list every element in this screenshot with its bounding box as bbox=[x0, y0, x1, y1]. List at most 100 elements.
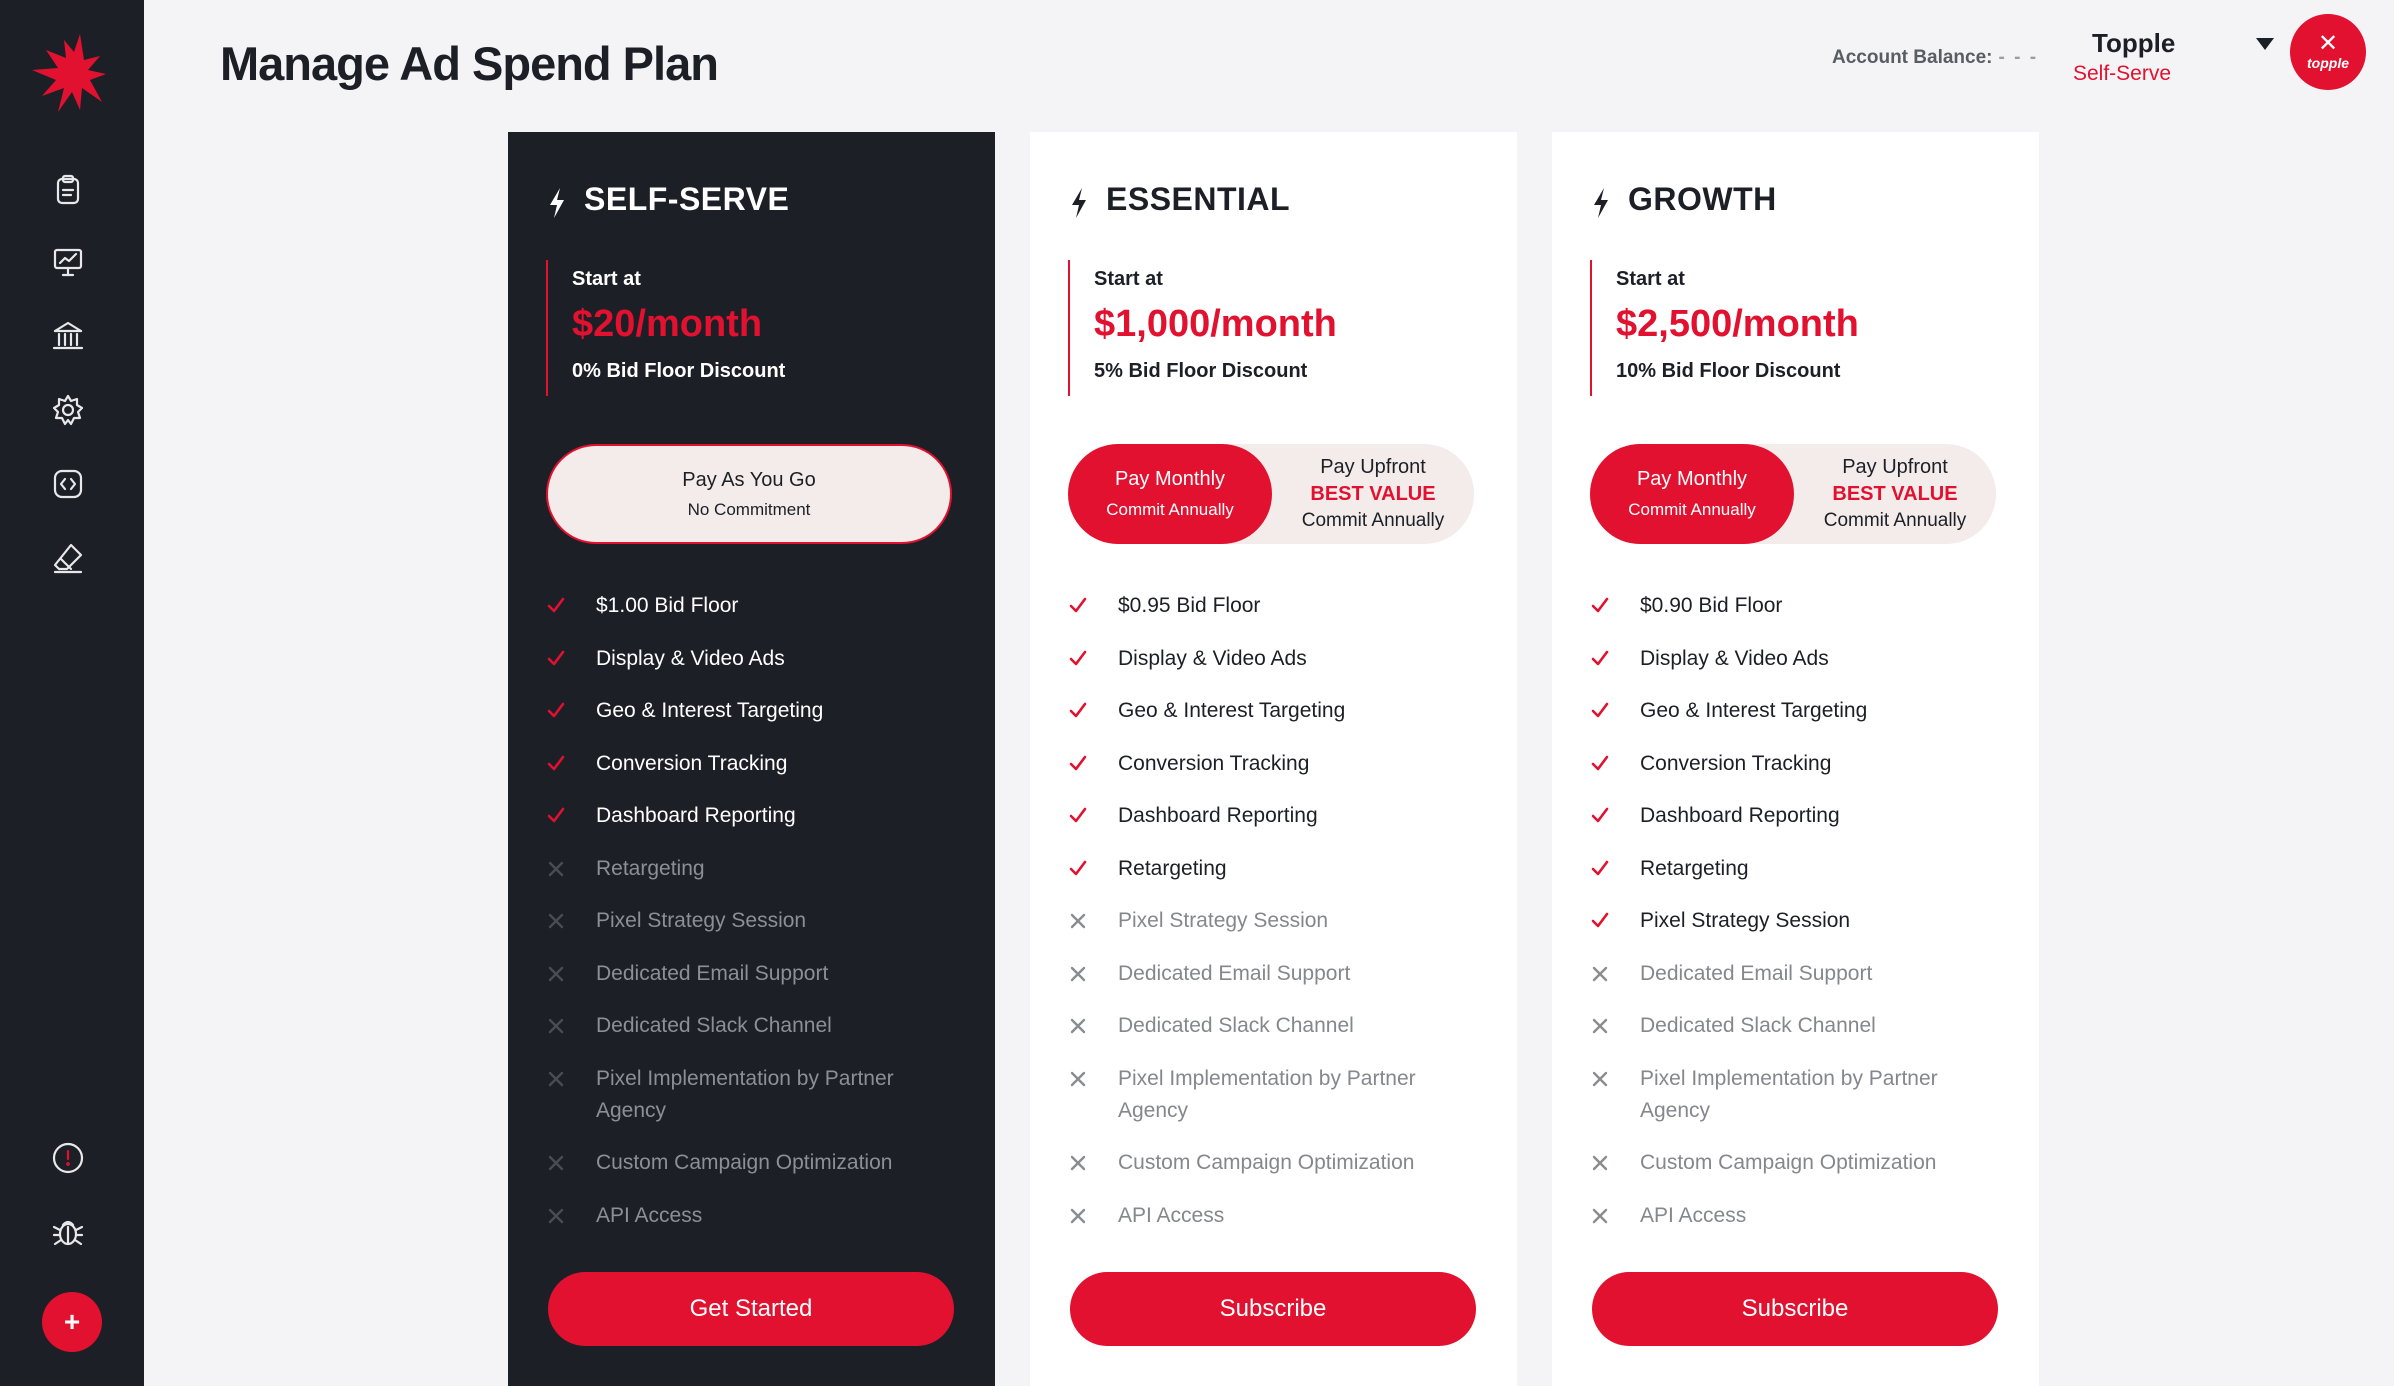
plan-name: ESSENTIAL bbox=[1106, 180, 1291, 217]
feature-label: Custom Campaign Optimization bbox=[1118, 1151, 1415, 1174]
account-plan: Self-Serve bbox=[2073, 62, 2172, 85]
plan-name: GROWTH bbox=[1628, 180, 1777, 217]
x-icon bbox=[544, 1147, 568, 1179]
pay-upfront-option[interactable]: Pay Upfront BEST VALUE Commit Annually bbox=[1794, 444, 1996, 544]
pay-monthly-option[interactable]: Pay Monthly Commit Annually bbox=[1590, 444, 1794, 544]
feature-item: Display & Video Ads bbox=[544, 643, 964, 675]
feature-item: Pixel Strategy Session bbox=[1066, 905, 1486, 937]
balance-value: - - - bbox=[1998, 47, 2039, 68]
option-title: Pay Upfront bbox=[1320, 456, 1426, 478]
feature-label: Pixel Implementation by Partner Agency bbox=[596, 1066, 894, 1122]
option-title: Pay Monthly bbox=[1636, 468, 1748, 490]
feature-label: Conversion Tracking bbox=[596, 751, 788, 775]
feature-label: Display & Video Ads bbox=[596, 646, 785, 670]
avatar-text: topple bbox=[2307, 55, 2349, 71]
feature-item: Pixel Implementation by Partner Agency bbox=[1588, 1063, 2008, 1127]
x-icon bbox=[1066, 1010, 1090, 1042]
hawk-logo-icon[interactable] bbox=[28, 30, 108, 116]
clipboard-icon[interactable] bbox=[48, 170, 88, 210]
feature-label: Retargeting bbox=[1118, 856, 1227, 880]
feature-label: $0.95 Bid Floor bbox=[1118, 594, 1261, 617]
chevron-down-icon[interactable] bbox=[2256, 38, 2274, 50]
plan-title: SELF-SERVE bbox=[546, 178, 789, 220]
feature-list: $1.00 Bid Floor Display & Video Ads Geo & … bbox=[544, 590, 964, 1252]
bank-icon[interactable] bbox=[48, 316, 88, 356]
feature-label: Dashboard Reporting bbox=[1640, 804, 1840, 827]
billing-toggle: Pay Monthly Commit Annually Pay Upfront … bbox=[1590, 444, 1996, 544]
feature-item: Conversion Tracking bbox=[1066, 748, 1486, 780]
x-icon bbox=[544, 1010, 568, 1042]
feature-label: Conversion Tracking bbox=[1118, 751, 1310, 775]
check-icon bbox=[1588, 748, 1612, 780]
feature-label: Dedicated Email Support bbox=[1640, 961, 1873, 985]
feature-label: Pixel Strategy Session bbox=[1118, 909, 1329, 932]
lightning-icon bbox=[550, 188, 564, 218]
check-icon bbox=[1066, 695, 1090, 727]
price-block: Start at $20/month 0% Bid Floor Discount bbox=[546, 260, 785, 396]
balance-label: Account Balance: bbox=[1832, 47, 1993, 68]
price-block: Start at $1,000/month 5% Bid Floor Disco… bbox=[1068, 260, 1337, 396]
check-icon bbox=[1066, 590, 1090, 622]
subscribe-button-growth[interactable]: Subscribe bbox=[1592, 1272, 1998, 1346]
plan-title: GROWTH bbox=[1590, 178, 1777, 220]
payment-option-pay-as-you-go[interactable]: Pay As You Go No Commitment bbox=[546, 444, 952, 544]
presentation-chart-icon[interactable] bbox=[48, 242, 88, 282]
feature-label: Geo & Interest Targeting bbox=[1640, 699, 1868, 722]
x-icon bbox=[1066, 905, 1090, 937]
avatar[interactable]: ✕ topple bbox=[2290, 14, 2366, 90]
feature-label: Pixel Strategy Session bbox=[596, 909, 807, 932]
account-name[interactable]: Topple bbox=[2092, 28, 2175, 59]
best-value-badge: BEST VALUE bbox=[1832, 483, 1958, 505]
bid-floor-discount: 5% Bid Floor Discount bbox=[1094, 360, 1308, 382]
option-subtitle: Commit Annually bbox=[1301, 510, 1445, 531]
option-subtitle: Commit Annually bbox=[1106, 500, 1234, 519]
feature-item: Display & Video Ads bbox=[1066, 643, 1486, 675]
feature-item: API Access bbox=[1588, 1200, 2008, 1232]
payment-option-subtitle: No Commitment bbox=[687, 499, 811, 519]
check-icon bbox=[1588, 590, 1612, 622]
x-icon bbox=[1588, 1063, 1612, 1095]
bug-icon[interactable] bbox=[48, 1212, 88, 1252]
code-icon[interactable] bbox=[48, 464, 88, 504]
x-icon bbox=[1066, 1200, 1090, 1232]
feature-label: Dedicated Slack Channel bbox=[596, 1014, 832, 1037]
x-icon bbox=[1066, 1063, 1090, 1095]
pay-monthly-option[interactable]: Pay Monthly Commit Annually bbox=[1068, 444, 1272, 544]
feature-label: Geo & Interest Targeting bbox=[596, 699, 824, 722]
feature-item: Pixel Strategy Session bbox=[1588, 905, 2008, 937]
pay-upfront-option[interactable]: Pay Upfront BEST VALUE Commit Annually bbox=[1272, 444, 1474, 544]
get-started-button[interactable]: Get Started bbox=[548, 1272, 954, 1346]
add-button[interactable]: + bbox=[42, 1292, 102, 1352]
check-icon bbox=[1588, 800, 1612, 832]
alert-icon[interactable] bbox=[48, 1138, 88, 1178]
feature-item: Dedicated Slack Channel bbox=[1588, 1010, 2008, 1042]
feature-item: Pixel Implementation by Partner Agency bbox=[544, 1063, 964, 1127]
lightning-icon bbox=[1594, 188, 1608, 218]
feature-label: Display & Video Ads bbox=[1640, 646, 1829, 670]
x-icon bbox=[544, 853, 568, 885]
feature-item: Geo & Interest Targeting bbox=[1588, 695, 2008, 727]
feature-item: $0.90 Bid Floor bbox=[1588, 590, 2008, 622]
billing-toggle: Pay Monthly Commit Annually Pay Upfront … bbox=[1068, 444, 1474, 544]
option-subtitle: Commit Annually bbox=[1823, 510, 1967, 531]
feature-item: Retargeting bbox=[1066, 853, 1486, 885]
feature-label: Pixel Implementation by Partner Agency bbox=[1118, 1066, 1416, 1122]
feature-label: Pixel Implementation by Partner Agency bbox=[1640, 1066, 1938, 1122]
hawk-mark-icon: ✕ bbox=[2317, 30, 2339, 57]
plan-price: $1,000/month bbox=[1094, 303, 1337, 345]
feature-label: API Access bbox=[1118, 1203, 1225, 1227]
plan-card-essential: ESSENTIAL Start at $1,000/month 5% Bid F… bbox=[1030, 132, 1517, 1386]
subscribe-button-essential[interactable]: Subscribe bbox=[1070, 1272, 1476, 1346]
feature-label: API Access bbox=[1640, 1203, 1747, 1227]
feature-item: Conversion Tracking bbox=[1588, 748, 2008, 780]
x-icon bbox=[544, 1063, 568, 1095]
start-label: Start at bbox=[1094, 268, 1163, 290]
settings-gear-icon[interactable] bbox=[48, 390, 88, 430]
feature-item: API Access bbox=[1066, 1200, 1486, 1232]
plan-price: $2,500/month bbox=[1616, 303, 1859, 345]
feature-label: Geo & Interest Targeting bbox=[1118, 699, 1346, 722]
feature-item: $1.00 Bid Floor bbox=[544, 590, 964, 622]
feature-item: $0.95 Bid Floor bbox=[1066, 590, 1486, 622]
eraser-icon[interactable] bbox=[48, 538, 88, 578]
feature-item: API Access bbox=[544, 1200, 964, 1232]
